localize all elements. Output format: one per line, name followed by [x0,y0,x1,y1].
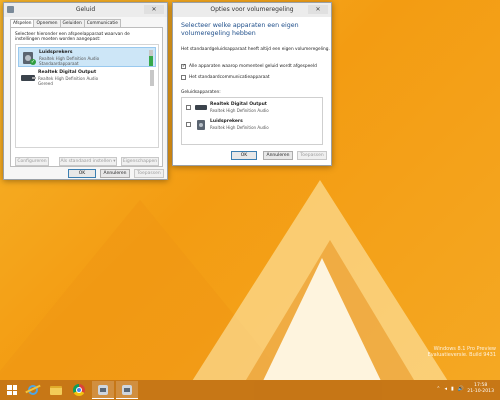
device-name: Luidsprekers [39,50,73,55]
window-title: Geluid [75,6,96,13]
start-icon [7,385,17,395]
file-explorer-icon [50,386,62,395]
show-hidden-icons-icon[interactable]: ⌃ [436,386,440,392]
title-bar[interactable]: Opties voor volumeregeling ✕ [173,3,331,17]
list-item-speakers[interactable]: ✓ Luidsprekers Realtek High Definition A… [18,47,156,67]
set-default-button[interactable]: Als standaard instellen ▾ [59,157,117,166]
device-name: Realtek Digital Output [210,102,267,107]
flag-icon[interactable]: ◂ [444,386,447,392]
dialog-heading: Selecteer welke apparaten een eigen volu… [181,22,299,37]
device-driver: Realtek High Definition Audio [210,108,269,113]
list-item-digital-output[interactable]: Realtek Digital Output Realtek High Defi… [185,100,319,116]
apply-button[interactable]: Toepassen [134,169,164,178]
device-checkbox[interactable] [186,122,191,127]
chevron-down-icon: ▾ [113,159,116,164]
close-button[interactable]: ✕ [144,5,164,14]
chrome-icon [73,384,85,396]
volume-options-dialog: Opties voor volumeregeling ✕ Selecteer w… [172,2,332,166]
default-check-icon: ✓ [30,59,36,65]
device-status: Gereed [38,81,53,86]
playback-panel: Selecteer hieronder een afspeelapparaat … [10,27,163,167]
clock[interactable]: 17:58 21-10-2013 [467,383,494,395]
info-text: Het standaardgeluidsapparaat heeft altij… [181,47,330,52]
speaker-icon [195,120,207,130]
speaker-tray-icon[interactable]: 🔊 [458,386,464,392]
os-watermark: Windows 8.1 Pro Preview Evaluatieversie.… [428,346,496,358]
apply-button[interactable]: Toepassen [297,151,327,160]
configure-button[interactable]: Configureren [15,157,49,166]
ok-button[interactable]: OK [231,151,257,160]
properties-button[interactable]: Eigenschappen [121,157,159,166]
title-bar[interactable]: Geluid ✕ [4,3,167,17]
taskbar: ⌃ ◂ ▮ 🔊 17:58 21-10-2013 [0,380,500,400]
sound-dialog: Geluid ✕ Afspelen Opnemen Geluiden Commu… [3,2,168,180]
clock-date: 21-10-2013 [467,389,494,394]
speaker-icon: ✓ [22,51,36,65]
desktop-wallpaper: Windows 8.1 Pro Preview Evaluatieversie.… [0,0,500,380]
tab-recording[interactable]: Opnemen [33,19,61,27]
dialog-body: Selecteer welke apparaten een eigen volu… [173,17,331,165]
all-devices-checkbox[interactable]: ✓ [181,64,186,69]
watermark-line: Evaluatieversie. Build 9431 [427,352,496,358]
ok-button[interactable]: OK [68,169,96,178]
communication-device-label: Het standaardcommunicatieapparaat [189,75,270,80]
taskbar-internet-explorer[interactable] [22,381,44,399]
level-meter [150,70,154,86]
instruction-text: Selecteer hieronder een afspeelapparaat … [15,32,130,42]
taskbar-sound-window[interactable] [92,381,114,399]
cancel-button[interactable]: Annuleren [263,151,293,160]
taskbar-volume-options-window[interactable] [116,381,138,399]
set-default-label: Als standaard instellen [60,159,112,164]
start-button[interactable] [2,381,24,399]
network-icon[interactable]: ▮ [451,386,454,392]
cancel-button[interactable]: Annuleren [100,169,130,178]
volume-icon [98,385,108,395]
list-label: Geluidsapparaten: [181,90,221,95]
taskbar-file-explorer[interactable] [45,381,67,399]
digital-output-icon [21,71,36,84]
tab-sounds[interactable]: Geluiden [59,19,85,27]
system-tray: ⌃ ◂ ▮ 🔊 [436,386,464,392]
tab-strip: Afspelen Opnemen Geluiden Communicatie [10,19,121,28]
device-status: Standaardapparaat [39,61,79,66]
volume-icon [122,385,132,395]
sound-devices-list: Realtek Digital Output Realtek High Defi… [181,97,323,145]
device-driver: Realtek High Definition Audio [210,125,269,130]
digital-output-icon [195,103,207,113]
list-item-digital-output[interactable]: Realtek Digital Output Realtek High Defi… [18,68,156,88]
close-button[interactable]: ✕ [308,5,328,14]
device-checkbox[interactable] [186,105,191,110]
taskbar-chrome[interactable] [68,381,90,399]
all-devices-label: Alle apparaten waarop momenteel geluid w… [189,64,317,69]
communication-device-checkbox[interactable] [181,75,186,80]
wallpaper-shape [262,258,382,380]
level-meter [149,50,153,66]
list-item-speakers[interactable]: Luidsprekers Realtek High Definition Aud… [185,117,319,133]
device-list: ✓ Luidsprekers Realtek High Definition A… [15,44,159,148]
device-name: Luidsprekers [210,119,243,124]
tab-communication[interactable]: Communicatie [83,19,121,27]
device-name: Realtek Digital Output [38,70,97,75]
